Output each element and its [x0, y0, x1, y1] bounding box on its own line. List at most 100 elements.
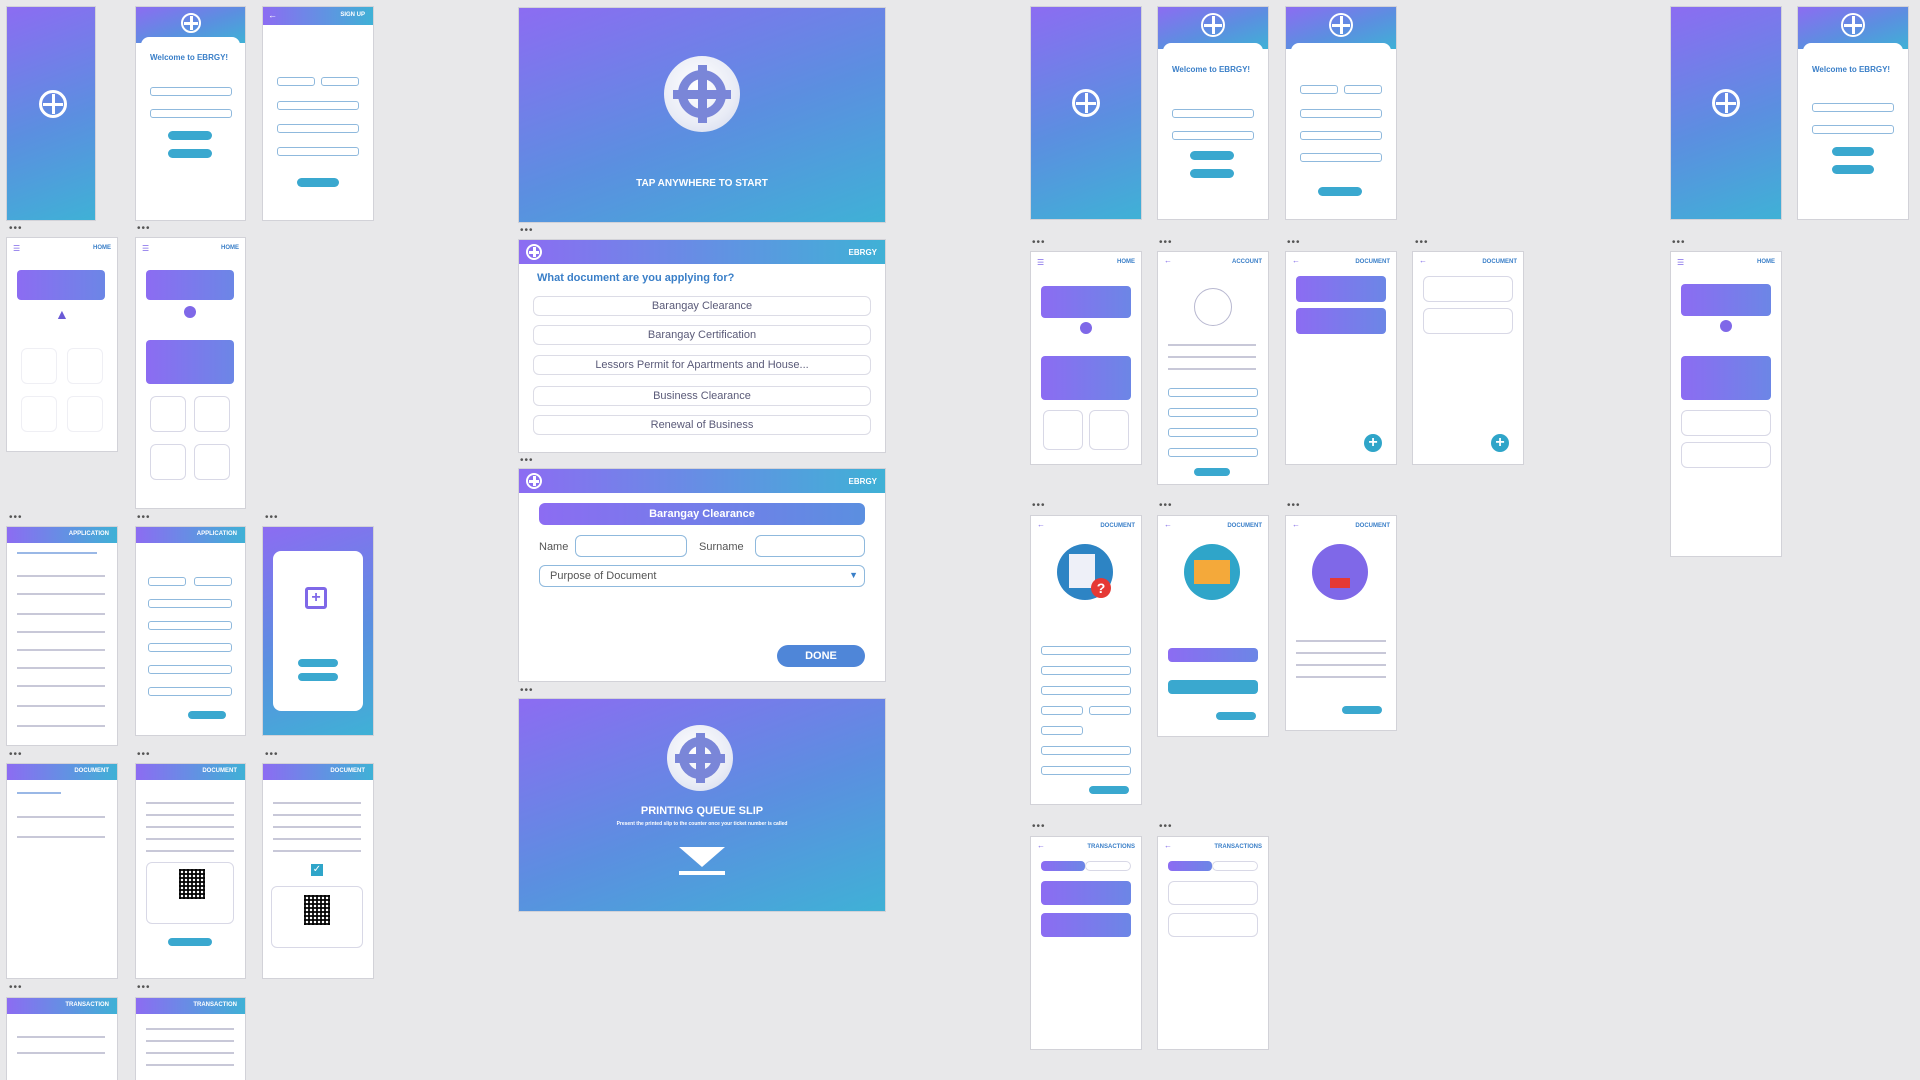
contact-field[interactable]: [148, 643, 232, 652]
document-card[interactable]: [1296, 276, 1386, 302]
transaction-card[interactable]: [1041, 913, 1131, 937]
first-name-field[interactable]: [277, 77, 315, 86]
tile-transaction[interactable]: [194, 396, 230, 432]
purpose-field[interactable]: [148, 687, 232, 696]
option-renewal-of-business[interactable]: Renewal of Business: [533, 415, 871, 435]
save-button[interactable]: [1194, 468, 1230, 476]
document-card[interactable]: [1423, 276, 1513, 302]
email-field[interactable]: [1300, 109, 1382, 118]
confirm-password-field[interactable]: [277, 147, 359, 156]
login-button[interactable]: [1190, 151, 1234, 160]
login-button[interactable]: [168, 131, 212, 140]
contact-field[interactable]: [1168, 408, 1258, 417]
address-field[interactable]: [148, 599, 232, 608]
back-arrow-icon[interactable]: ←: [268, 10, 277, 20]
menu-icon[interactable]: ☰: [142, 244, 149, 253]
tab-completed[interactable]: [1212, 861, 1258, 871]
form-field[interactable]: [1089, 706, 1131, 715]
password-field[interactable]: [1168, 448, 1258, 457]
submit-button[interactable]: [297, 178, 339, 187]
back-arrow-icon[interactable]: ←: [1292, 520, 1300, 529]
upload-receipt-button[interactable]: [168, 938, 212, 946]
menu-icon[interactable]: ☰: [13, 244, 20, 253]
download-button[interactable]: [1168, 648, 1258, 662]
proceed-button[interactable]: [1216, 712, 1256, 720]
back-arrow-icon[interactable]: ←: [1164, 256, 1172, 265]
tile-report[interactable]: [67, 396, 103, 432]
login-button[interactable]: [1832, 147, 1874, 156]
document-card[interactable]: [1296, 308, 1386, 334]
upload-button[interactable]: [1168, 680, 1258, 694]
done-button[interactable]: DONE: [777, 645, 865, 667]
tile-document[interactable]: [21, 348, 57, 384]
back-arrow-icon[interactable]: ←: [1164, 520, 1172, 529]
tile-report[interactable]: [194, 444, 230, 480]
civil-status-field[interactable]: [148, 665, 232, 674]
submit-button[interactable]: [1318, 187, 1362, 196]
pay-now-button[interactable]: [298, 659, 338, 667]
menu-card[interactable]: [1681, 410, 1771, 436]
password-field[interactable]: [277, 124, 359, 133]
kiosk-splash-screen[interactable]: TAP ANYWHERE TO START: [519, 8, 885, 222]
proceed-button[interactable]: [1342, 706, 1382, 714]
tile-transaction[interactable]: [67, 348, 103, 384]
option-lessors-permit[interactable]: Lessors Permit for Apartments and House.…: [533, 355, 871, 375]
tile-document[interactable]: [1043, 410, 1083, 450]
tab-pending[interactable]: [1041, 861, 1085, 871]
password-field[interactable]: [1300, 131, 1382, 140]
menu-icon[interactable]: ☰: [1037, 258, 1044, 267]
back-arrow-icon[interactable]: ←: [1037, 841, 1045, 850]
password-field[interactable]: [150, 109, 232, 118]
tile-payment[interactable]: [150, 444, 186, 480]
email-field[interactable]: [277, 101, 359, 110]
purpose-select[interactable]: Purpose of Document ▼: [539, 565, 865, 587]
document-card[interactable]: [1423, 308, 1513, 334]
signup-button[interactable]: [1832, 165, 1874, 174]
last-name-field[interactable]: [194, 577, 232, 586]
form-field[interactable]: [1041, 746, 1131, 755]
signup-button[interactable]: [1190, 169, 1234, 178]
form-field[interactable]: [1041, 706, 1083, 715]
kiosk-printing-queue-slip[interactable]: PRINTING QUEUE SLIP Present the printed …: [519, 699, 885, 911]
announcement-banner[interactable]: [1041, 356, 1131, 400]
back-arrow-icon[interactable]: ←: [1164, 841, 1172, 850]
back-arrow-icon[interactable]: ←: [1419, 256, 1427, 265]
tab-pending[interactable]: [1168, 861, 1212, 871]
first-name-field[interactable]: [1300, 85, 1338, 94]
add-document-button[interactable]: +: [1491, 434, 1509, 452]
form-field[interactable]: [1041, 686, 1131, 695]
password-field[interactable]: [1172, 131, 1254, 140]
tile-document[interactable]: [150, 396, 186, 432]
password-field[interactable]: [1812, 125, 1894, 134]
signup-button[interactable]: [168, 149, 212, 158]
option-barangay-clearance[interactable]: Barangay Clearance: [533, 296, 871, 316]
announcement-banner[interactable]: [146, 340, 234, 384]
tab-completed[interactable]: [1085, 861, 1131, 871]
last-name-field[interactable]: [321, 77, 359, 86]
address-field[interactable]: [1168, 388, 1258, 397]
form-field[interactable]: [1041, 726, 1083, 735]
email-field[interactable]: [1172, 109, 1254, 118]
menu-icon[interactable]: ☰: [1677, 258, 1684, 267]
surname-input[interactable]: [755, 535, 865, 557]
alt-splash-screen[interactable]: [1671, 7, 1781, 219]
mobile-splash-screen[interactable]: [7, 7, 95, 220]
birthdate-field[interactable]: [148, 621, 232, 630]
option-barangay-certification[interactable]: Barangay Certification: [533, 325, 871, 345]
first-name-field[interactable]: [148, 577, 186, 586]
form-field[interactable]: [1041, 666, 1131, 675]
transaction-card[interactable]: [1168, 881, 1258, 905]
form-field[interactable]: [1041, 766, 1131, 775]
menu-card[interactable]: [1681, 442, 1771, 468]
announcement-banner[interactable]: [1681, 356, 1771, 400]
form-field[interactable]: [1041, 646, 1131, 655]
transaction-card[interactable]: [1168, 913, 1258, 937]
name-input[interactable]: [575, 535, 687, 557]
tile-payment[interactable]: [21, 396, 57, 432]
option-business-clearance[interactable]: Business Clearance: [533, 386, 871, 406]
email-field[interactable]: [1168, 428, 1258, 437]
confirm-password-field[interactable]: [1300, 153, 1382, 162]
tile-transaction[interactable]: [1089, 410, 1129, 450]
avatar[interactable]: [1194, 288, 1232, 326]
last-name-field[interactable]: [1344, 85, 1382, 94]
